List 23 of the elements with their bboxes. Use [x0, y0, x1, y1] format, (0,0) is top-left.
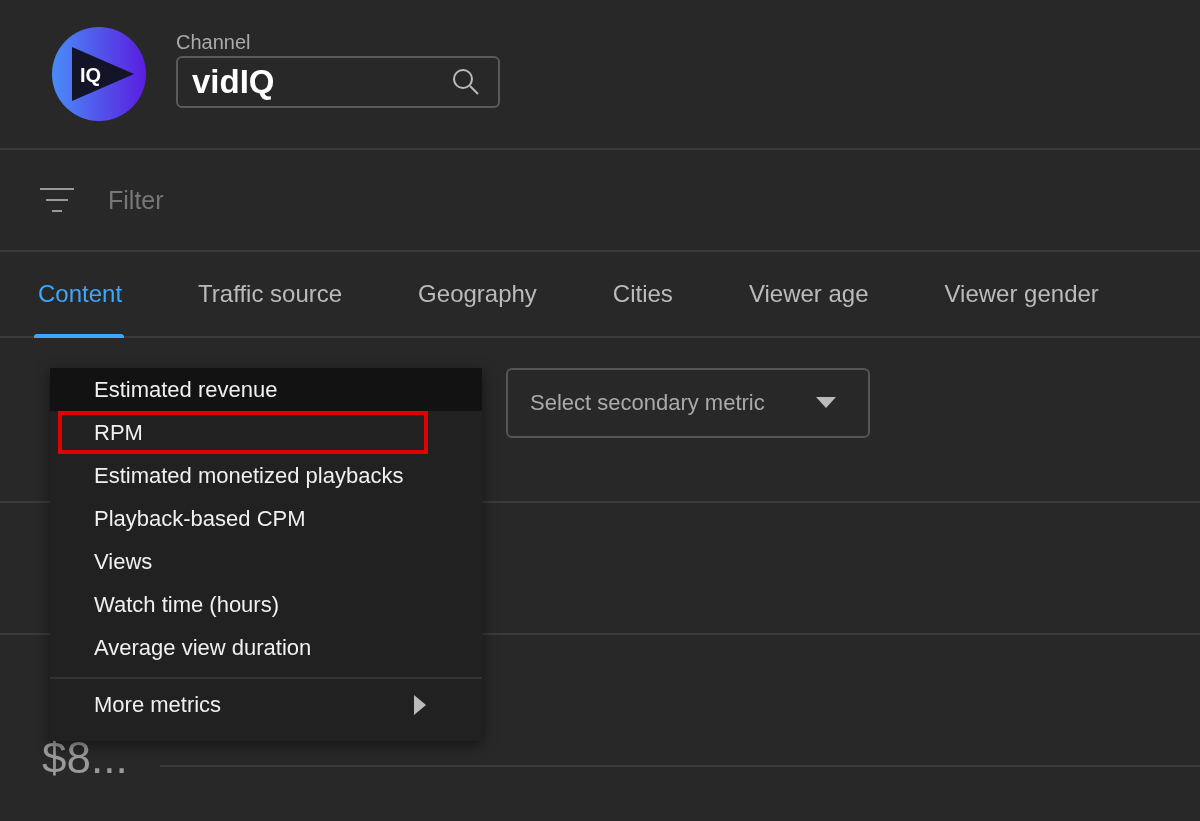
channel-logo: IQ [52, 27, 146, 121]
menu-item[interactable]: Estimated revenue [50, 368, 482, 411]
menu-item[interactable]: Views [50, 540, 482, 583]
tab[interactable]: Geography [414, 252, 573, 336]
channel-search-field[interactable]: vidIQ [176, 55, 500, 108]
metric-value: $8... [41, 733, 129, 783]
search-icon[interactable] [452, 67, 480, 96]
tab[interactable]: Content [34, 252, 159, 336]
secondary-metric-dropdown[interactable]: Select secondary metric [506, 368, 870, 438]
menu-item[interactable]: Estimated monetized playbacks [50, 454, 482, 497]
menu-item[interactable]: Average view duration [50, 626, 482, 669]
tab[interactable]: Cities [608, 252, 709, 336]
channel-label: Channel [176, 30, 252, 54]
filter-icon[interactable] [40, 187, 74, 213]
tab[interactable]: Traffic source [194, 252, 379, 336]
tab[interactable]: Viewer gender [940, 252, 1135, 336]
menu-item[interactable]: RPM [58, 411, 428, 454]
tab[interactable]: Viewer age [744, 252, 905, 336]
dropdown-caret-icon [816, 397, 836, 409]
submenu-item[interactable]: More metrics [50, 679, 482, 731]
submenu-arrow-icon [414, 695, 426, 715]
menu-item[interactable]: Playback-based CPM [50, 497, 482, 540]
menu-item[interactable]: Watch time (hours) [50, 583, 482, 626]
